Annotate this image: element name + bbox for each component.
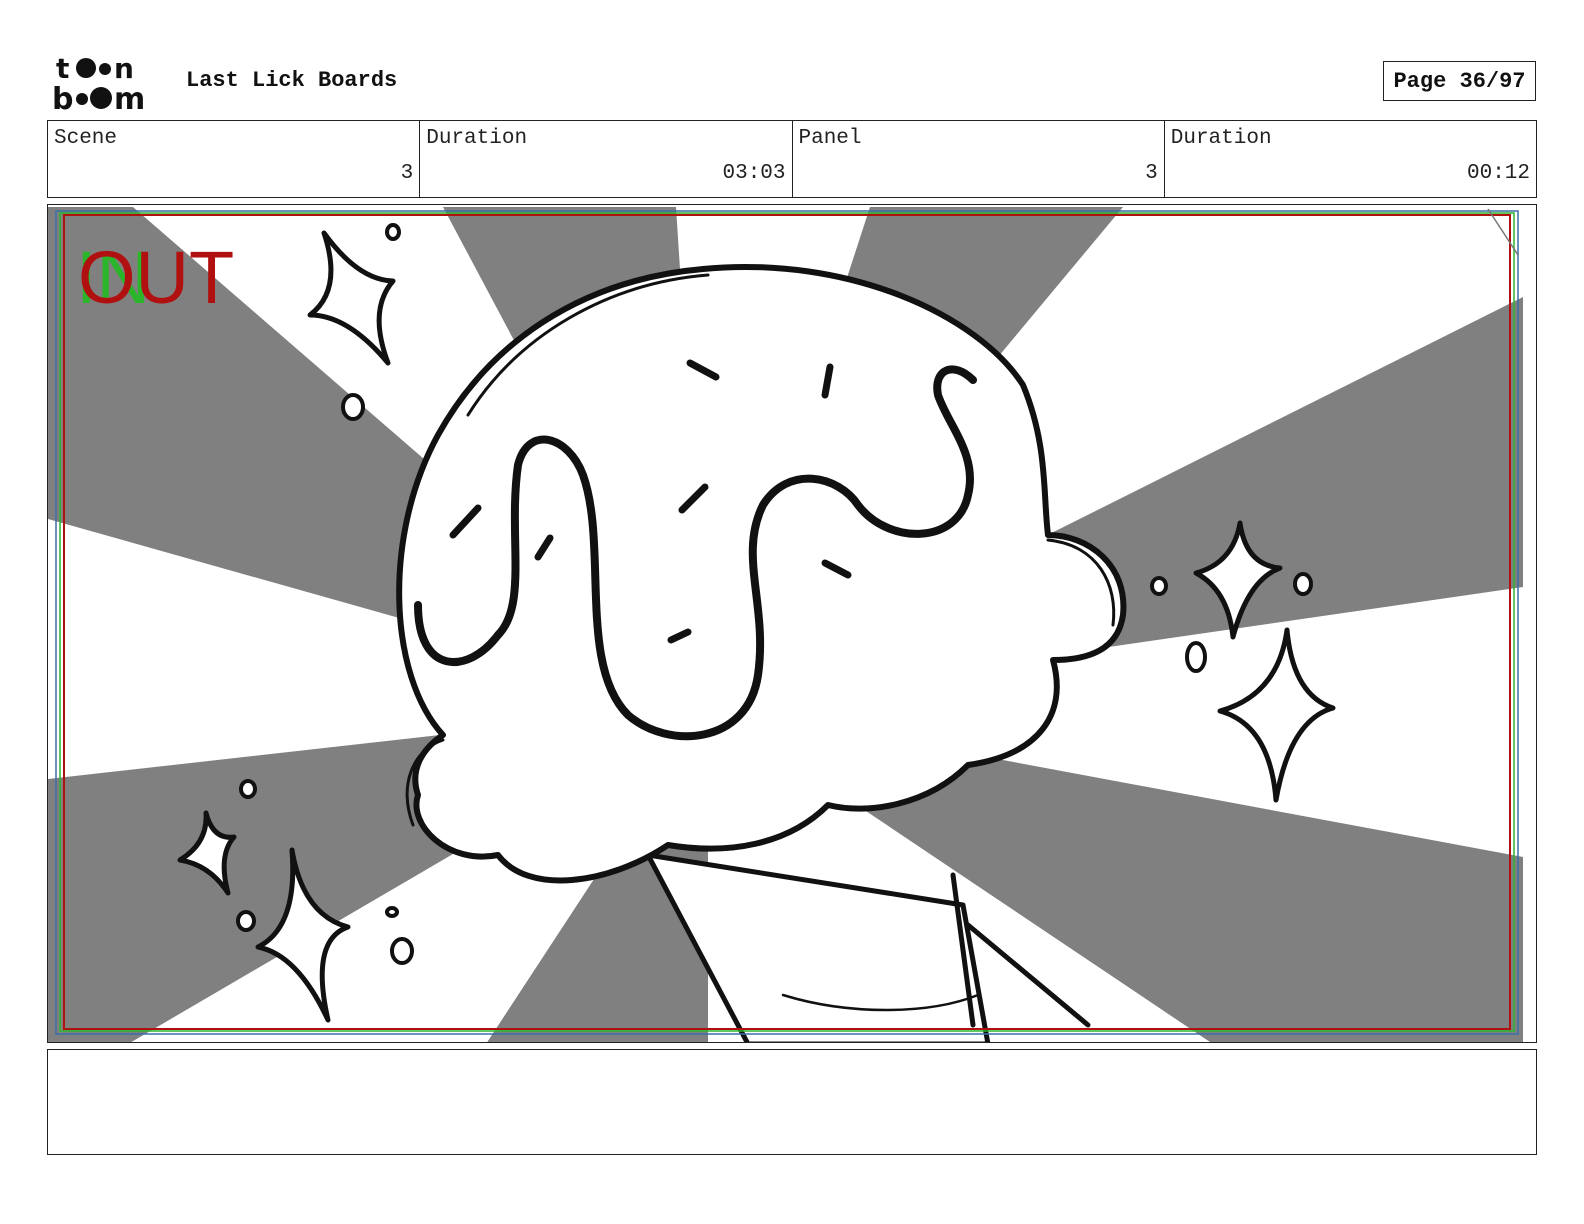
scene-duration-value: 03:03 bbox=[722, 162, 786, 185]
scene-label: Scene bbox=[54, 127, 118, 150]
storyboard-panel-frame: IN OUT bbox=[47, 204, 1537, 1043]
board-title: Last Lick Boards bbox=[186, 68, 398, 93]
scene-duration-label: Duration bbox=[426, 127, 528, 150]
svg-text:n: n bbox=[114, 52, 134, 85]
svg-text:b: b bbox=[52, 82, 73, 112]
svg-text:m: m bbox=[114, 82, 145, 112]
scene-cell: Scene 3 bbox=[48, 121, 421, 197]
scene-info-bar: Scene 3 Duration 03:03 Panel 3 Duration … bbox=[47, 120, 1537, 198]
panel-value: 3 bbox=[1145, 162, 1158, 185]
panel-duration-label: Duration bbox=[1170, 127, 1272, 150]
toonboom-logo: t n b m bbox=[52, 52, 145, 112]
panel-cell: Panel 3 bbox=[793, 121, 1165, 197]
svg-text:t: t bbox=[56, 52, 69, 85]
panel-duration-cell: Duration 00:12 bbox=[1165, 121, 1536, 197]
scene-duration-cell: Duration 03:03 bbox=[420, 121, 793, 197]
panel-notes-box[interactable] bbox=[47, 1049, 1537, 1155]
out-marker: OUT bbox=[78, 236, 234, 319]
storyboard-drawing: IN OUT bbox=[48, 205, 1536, 1042]
page-indicator: Page 36/97 bbox=[1383, 61, 1536, 101]
panel-duration-value: 00:12 bbox=[1466, 162, 1530, 185]
scene-value: 3 bbox=[400, 162, 414, 185]
panel-label: Panel bbox=[798, 127, 862, 150]
